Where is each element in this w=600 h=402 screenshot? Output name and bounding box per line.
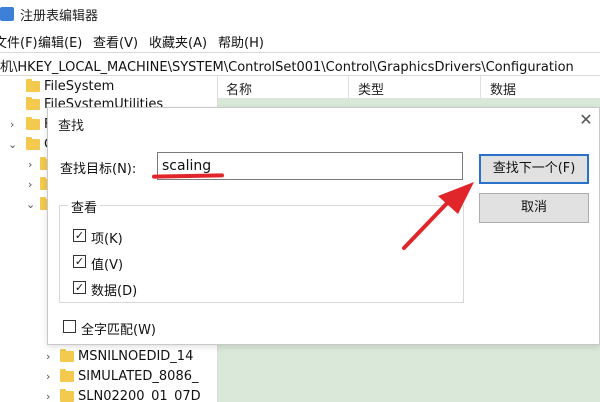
menu-help[interactable]: 帮助(H) (218, 32, 264, 51)
column-divider[interactable] (348, 76, 349, 98)
menu-bar: 文件(F) 编辑(E) 查看(V) 收藏夹(A) 帮助(H) (0, 28, 600, 52)
checkbox-keys[interactable]: ✓ (73, 229, 86, 242)
dialog-title: 查找 (58, 119, 85, 134)
menu-file[interactable]: 文件(F) (0, 32, 38, 51)
column-name[interactable]: 名称 (226, 79, 252, 98)
close-icon[interactable]: ✕ (578, 112, 594, 128)
folder-icon (60, 369, 74, 382)
find-next-button[interactable]: 查找下一个(F) (479, 154, 589, 184)
folder-icon (26, 137, 40, 150)
column-data[interactable]: 数据 (490, 79, 516, 98)
chevron-right-icon[interactable]: › (28, 178, 32, 191)
find-dialog: 查找 ✕ 查找目标(N): 查找下一个(F) 取消 查看 ✓ 项(K) ✓ 值(… (47, 107, 600, 345)
address-bar[interactable]: 计算机\HKEY_LOCAL_MACHINE\SYSTEM\ControlSet… (0, 52, 600, 76)
list-header: 名称 类型 数据 (218, 76, 600, 99)
column-type[interactable]: 类型 (358, 79, 384, 98)
tree-item[interactable]: › SIMULATED_8086_ (0, 368, 217, 386)
option-keys-label: 项(K) (91, 232, 123, 247)
menu-edit[interactable]: 编辑(E) (38, 32, 82, 51)
chevron-right-icon[interactable]: › (28, 158, 32, 171)
menu-favorites[interactable]: 收藏夹(A) (149, 32, 207, 51)
title-bar: 注册表编辑器 (0, 0, 600, 28)
option-values-label: 值(V) (91, 258, 124, 273)
tree-item-label: SLN02200_01_07D (78, 389, 201, 402)
look-at-title: 查看 (68, 197, 101, 216)
folder-icon (60, 349, 74, 362)
chevron-right-icon[interactable]: › (46, 370, 50, 383)
tree-item-label: MSNILNOEDID_14 (78, 349, 194, 364)
menu-view[interactable]: 查看(V) (93, 32, 138, 51)
checkbox-match-whole[interactable] (63, 320, 76, 333)
tree-item[interactable]: FileSystem (0, 78, 217, 96)
column-divider[interactable] (480, 76, 481, 98)
chevron-down-icon[interactable]: ⌄ (26, 198, 35, 211)
folder-icon (26, 79, 40, 92)
chevron-down-icon[interactable]: ⌄ (8, 138, 17, 151)
chevron-right-icon[interactable]: › (10, 118, 14, 131)
tree-item[interactable]: › MSNILNOEDID_14 (0, 348, 217, 366)
tree-item[interactable]: › SLN02200_01_07D (0, 388, 217, 402)
address-path[interactable]: 计算机\HKEY_LOCAL_MACHINE\SYSTEM\ControlSet… (0, 56, 574, 75)
find-label: 查找目标(N): (60, 162, 137, 177)
checkbox-data[interactable]: ✓ (73, 281, 86, 294)
folder-icon (60, 389, 74, 402)
cancel-button[interactable]: 取消 (479, 193, 589, 223)
checkbox-values[interactable]: ✓ (73, 255, 86, 268)
option-data-label: 数据(D) (91, 284, 138, 299)
regedit-icon (0, 7, 14, 21)
window-title: 注册表编辑器 (20, 9, 99, 24)
folder-icon (26, 97, 40, 110)
folder-icon (26, 117, 40, 130)
option-match-whole-label: 全字匹配(W) (81, 323, 156, 338)
tree-item-label: SIMULATED_8086_ (78, 369, 199, 384)
chevron-right-icon[interactable]: › (46, 390, 50, 402)
tree-item-label: FileSystem (44, 79, 115, 94)
chevron-right-icon[interactable]: › (46, 350, 50, 363)
